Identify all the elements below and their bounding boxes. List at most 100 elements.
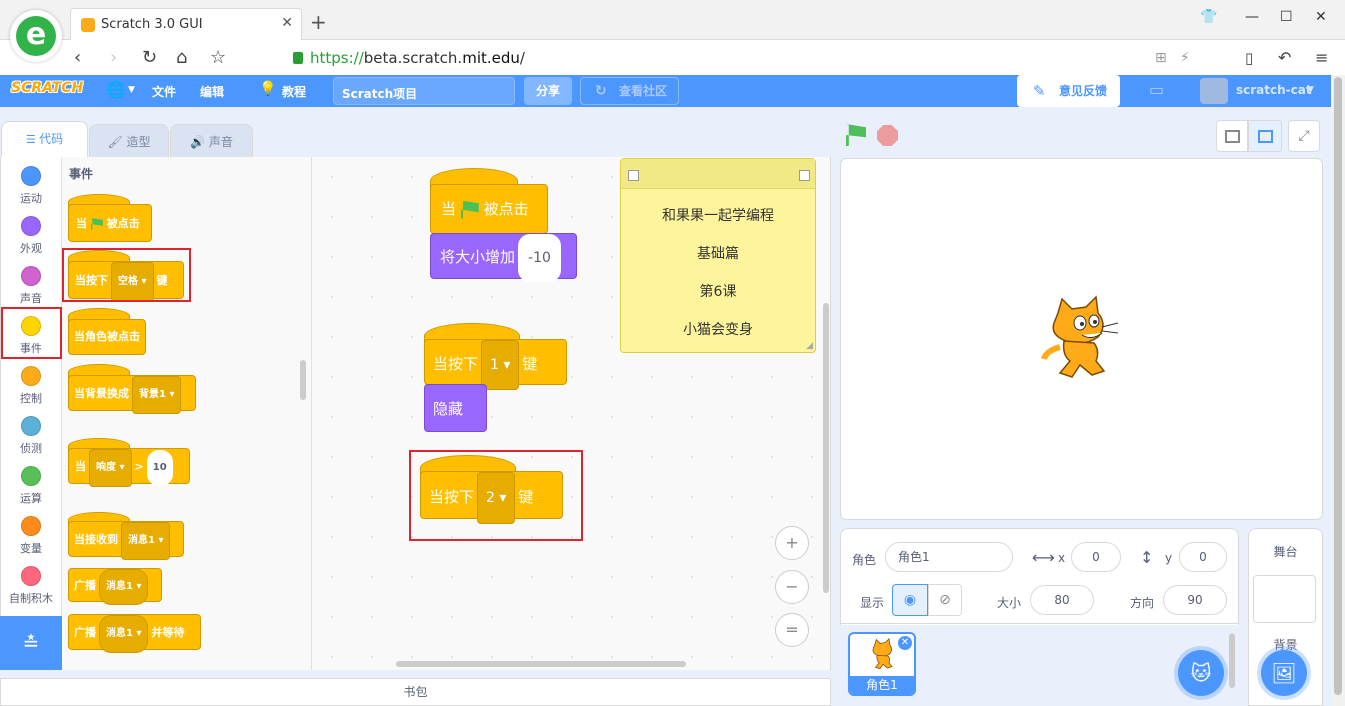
workspace-h-scrollbar[interactable] xyxy=(396,661,686,667)
zoom-out-button[interactable]: − xyxy=(775,570,809,604)
menu-tutorial[interactable]: 教程 xyxy=(282,83,306,100)
block-when-loudness-greater[interactable]: 当响度 ▾ >10 xyxy=(68,448,190,487)
user-avatar[interactable] xyxy=(1200,78,1228,104)
category-color-dot xyxy=(21,216,41,236)
green-flag-icon[interactable] xyxy=(846,124,866,146)
folder-icon[interactable]: ▭ xyxy=(1149,80,1164,99)
block-when-backdrop-switches[interactable]: 当背景换成 背景1 ▾ xyxy=(68,375,196,414)
direction-input[interactable]: 90 xyxy=(1163,585,1227,615)
favorite-star-icon[interactable]: ☆ xyxy=(210,47,226,68)
new-tab-icon[interactable]: + xyxy=(310,10,327,34)
menu-file[interactable]: 文件 xyxy=(152,83,176,100)
message-dropdown[interactable]: 消息1 ▾ xyxy=(121,522,171,560)
category-2[interactable]: 声音 xyxy=(1,260,61,310)
undo-icon[interactable]: ↶ xyxy=(1278,48,1291,67)
block-when-flag-clicked[interactable]: 当 被点击 xyxy=(68,204,152,242)
project-title-input[interactable]: Scratch项目 xyxy=(333,77,515,105)
maximize-icon[interactable]: ☐ xyxy=(1280,9,1293,25)
close-tab-icon[interactable]: ✕ xyxy=(281,15,293,31)
script-when-flag-clicked[interactable]: 当 被点击 xyxy=(430,184,548,234)
sprite-name-input[interactable]: 角色1 xyxy=(885,542,1013,572)
block-broadcast[interactable]: 广播 消息1 ▾ xyxy=(68,568,162,605)
block-hide[interactable]: 隐藏 xyxy=(424,384,487,432)
loudness-dropdown[interactable]: 响度 ▾ xyxy=(89,449,132,487)
pin-icon[interactable]: 👕 xyxy=(1200,9,1217,25)
loudness-value-input[interactable]: 10 xyxy=(146,450,173,486)
add-extension-button[interactable]: ≛ xyxy=(0,616,62,670)
category-0[interactable]: 运动 xyxy=(1,160,61,210)
block-change-size-by[interactable]: 将大小增加 -10 xyxy=(430,233,577,282)
username[interactable]: scratch-cat xyxy=(1236,83,1312,97)
apps-grid-icon[interactable]: ⊞ xyxy=(1155,50,1167,66)
backdrop-thumbnail[interactable] xyxy=(1253,575,1316,623)
block-when-sprite-clicked[interactable]: 当角色被点击 xyxy=(68,319,146,355)
script-when-key-1-pressed[interactable]: 当按下 1 ▾ 键 xyxy=(424,339,567,390)
broadcast-wait-message-dropdown[interactable]: 消息1 ▾ xyxy=(99,615,149,653)
choose-sprite-button[interactable]: 🐱 xyxy=(1178,650,1224,696)
forward-icon[interactable]: › xyxy=(110,47,117,68)
home-icon[interactable]: ⌂ xyxy=(176,47,187,68)
scratch-menu-bar: SCRATCH 🌐 ▼ 文件 编辑 💡 教程 Scratch项目 分享 ↻ 查看… xyxy=(0,75,1345,107)
category-7[interactable]: 变量 xyxy=(1,510,61,560)
large-stage-button[interactable] xyxy=(1248,120,1282,152)
block-when-i-receive[interactable]: 当接收到 消息1 ▾ xyxy=(68,521,184,560)
broadcast-message-dropdown[interactable]: 消息1 ▾ xyxy=(99,569,149,605)
minimize-icon[interactable]: — xyxy=(1245,9,1259,25)
resize-handle-icon[interactable]: ◢ xyxy=(806,341,813,351)
page-scrollbar[interactable] xyxy=(1331,75,1345,706)
mobile-icon[interactable]: ▯ xyxy=(1245,49,1253,67)
small-stage-button[interactable] xyxy=(1216,120,1248,152)
tab-sounds[interactable]: 🔊 声音 xyxy=(170,124,253,158)
x-input[interactable]: 0 xyxy=(1071,542,1121,572)
menu-icon[interactable]: ≡ xyxy=(1315,48,1328,67)
lightning-icon[interactable]: ⚡ xyxy=(1180,50,1190,66)
url-field[interactable]: https://beta.scratch.mit.edu/ xyxy=(310,49,525,67)
highlight-box xyxy=(62,248,191,302)
feedback-button[interactable]: ✎ 意见反馈 xyxy=(1017,75,1120,107)
category-8[interactable]: 自制积木 xyxy=(1,560,61,610)
browser-tab[interactable]: Scratch 3.0 GUI ✕ xyxy=(70,8,302,41)
scratch-logo[interactable]: SCRATCH xyxy=(11,80,83,102)
account-chevron-icon[interactable]: ▼ xyxy=(1307,85,1314,95)
delete-sprite-icon[interactable]: ✕ xyxy=(898,636,912,650)
chevron-down-icon: ▼ xyxy=(128,85,135,95)
palette-scrollbar[interactable] xyxy=(300,360,306,400)
stage-pane-title: 舞台 xyxy=(1273,545,1298,559)
show-visible-button[interactable]: ◉ xyxy=(892,584,928,616)
zoom-in-button[interactable]: + xyxy=(775,526,809,560)
category-6[interactable]: 运算 xyxy=(1,460,61,510)
sprite-list-scrollbar[interactable] xyxy=(1229,633,1235,688)
category-4[interactable]: 控制 xyxy=(1,360,61,410)
comment-note[interactable]: 和果果一起学编程 基础篇 第6课 小猫会变身 ◢ xyxy=(620,158,816,353)
y-input[interactable]: 0 xyxy=(1179,542,1227,572)
refresh-icon[interactable]: ↻ xyxy=(142,47,157,68)
tab-code[interactable]: ☰ 代码 xyxy=(1,121,88,159)
window-close-icon[interactable]: ✕ xyxy=(1315,9,1327,25)
size-change-input[interactable]: -10 xyxy=(518,234,561,282)
language-globe-icon[interactable]: 🌐 xyxy=(106,80,126,99)
comment-header[interactable] xyxy=(621,159,815,189)
category-5[interactable]: 侦测 xyxy=(1,410,61,460)
back-icon[interactable]: ‹ xyxy=(74,47,81,68)
zoom-reset-button[interactable]: = xyxy=(775,613,809,647)
block-broadcast-and-wait[interactable]: 广播 消息1 ▾ 并等待 xyxy=(68,614,201,653)
category-label: 外观 xyxy=(20,242,42,255)
browser-logo[interactable]: e xyxy=(10,10,62,62)
workspace-v-scrollbar[interactable] xyxy=(823,303,829,593)
share-button[interactable]: 分享 xyxy=(524,77,572,105)
size-input[interactable]: 80 xyxy=(1030,585,1094,615)
choose-backdrop-button[interactable]: 🖼 xyxy=(1261,650,1307,696)
see-community-button[interactable]: ↻ 查看社区 xyxy=(580,77,679,105)
show-hidden-button[interactable]: ⊘ xyxy=(928,584,962,616)
backdrop-dropdown[interactable]: 背景1 ▾ xyxy=(132,376,182,414)
fullscreen-button[interactable]: ⤢ xyxy=(1288,120,1320,152)
key-dropdown[interactable]: 1 ▾ xyxy=(481,340,520,390)
eye-slash-icon: ⊘ xyxy=(939,592,951,608)
tab-costumes[interactable]: 🖌 造型 xyxy=(89,124,169,158)
cat-sprite[interactable] xyxy=(1040,295,1120,380)
sprite-label: 角色 xyxy=(852,553,877,567)
backpack[interactable]: 书包 xyxy=(0,678,831,706)
menu-edit[interactable]: 编辑 xyxy=(200,83,224,100)
stop-icon[interactable] xyxy=(877,125,898,146)
category-1[interactable]: 外观 xyxy=(1,210,61,260)
